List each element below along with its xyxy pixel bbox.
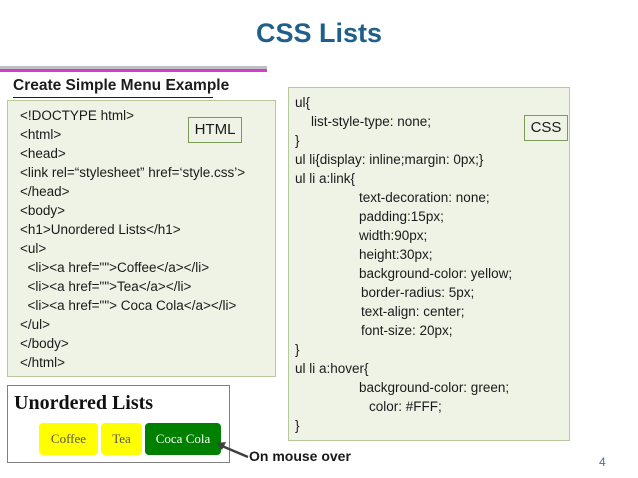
css-code-line: } [295, 342, 300, 357]
html-label-tag: HTML [188, 117, 242, 143]
html-code-line: <li><a href=""> Coca Cola</a></li> [20, 298, 237, 313]
css-code-line: list-style-type: none; [311, 114, 432, 129]
page-number: 4 [599, 455, 606, 469]
menu-item-coffee[interactable]: Coffee [39, 423, 98, 455]
html-code-line: <li><a href="">Tea</a></li> [20, 279, 192, 294]
html-code-line: <!DOCTYPE html> [20, 108, 135, 123]
html-code-line: <h1>Unordered Lists</h1> [20, 222, 181, 237]
html-code-line: <ul> [20, 241, 47, 256]
subtitle-underline [13, 97, 213, 98]
html-code-line: </ul> [20, 317, 51, 332]
css-code-line: ul li{display: inline;margin: 0px;} [295, 152, 484, 167]
css-code-line: text-decoration: none; [359, 190, 490, 205]
slide-subtitle: Create Simple Menu Example [13, 77, 230, 94]
menu-item-tea[interactable]: Tea [101, 423, 142, 455]
html-code-line: </head> [20, 184, 70, 199]
css-code-line: width:90px; [359, 228, 428, 243]
css-code-line: text-align: center; [361, 304, 465, 319]
css-code-line: font-size: 20px; [361, 323, 453, 338]
title-divider-accent [0, 69, 267, 72]
css-code-line: } [295, 418, 300, 433]
demo-heading: Unordered Lists [14, 392, 154, 414]
html-code-line: <link rel=“stylesheet” href=‘style.css’> [20, 165, 246, 180]
rendered-demo-box: Unordered Lists Coffee Tea Coca Cola [7, 385, 230, 463]
html-code-line: <html> [20, 127, 62, 142]
menu-item-coca-cola[interactable]: Coca Cola [145, 423, 221, 455]
html-code-line: </body> [20, 336, 69, 351]
css-code-line: ul{ [295, 95, 311, 110]
css-code-line: ul li a:link{ [295, 171, 356, 186]
slide-title: CSS Lists [255, 18, 383, 48]
css-code-line: background-color: yellow; [359, 266, 513, 281]
html-code-line: <li><a href="">Coffee</a></li> [20, 260, 210, 275]
css-code-line: padding:15px; [359, 209, 444, 224]
css-code-line: ul li a:hover{ [295, 361, 369, 376]
html-code-line: <head> [20, 146, 66, 161]
html-code-line: <body> [20, 203, 66, 218]
html-code-line: </html> [20, 355, 66, 370]
arrow-icon [216, 442, 249, 459]
css-code-line: background-color: green; [359, 380, 510, 395]
css-code-line: color: #FFF; [369, 399, 442, 414]
css-code-line: height:30px; [359, 247, 433, 262]
css-code-line: } [295, 133, 300, 148]
css-code-line: border-radius: 5px; [361, 285, 475, 300]
mouse-over-annotation: On mouse over [249, 448, 351, 464]
css-label-tag: CSS [524, 115, 568, 141]
